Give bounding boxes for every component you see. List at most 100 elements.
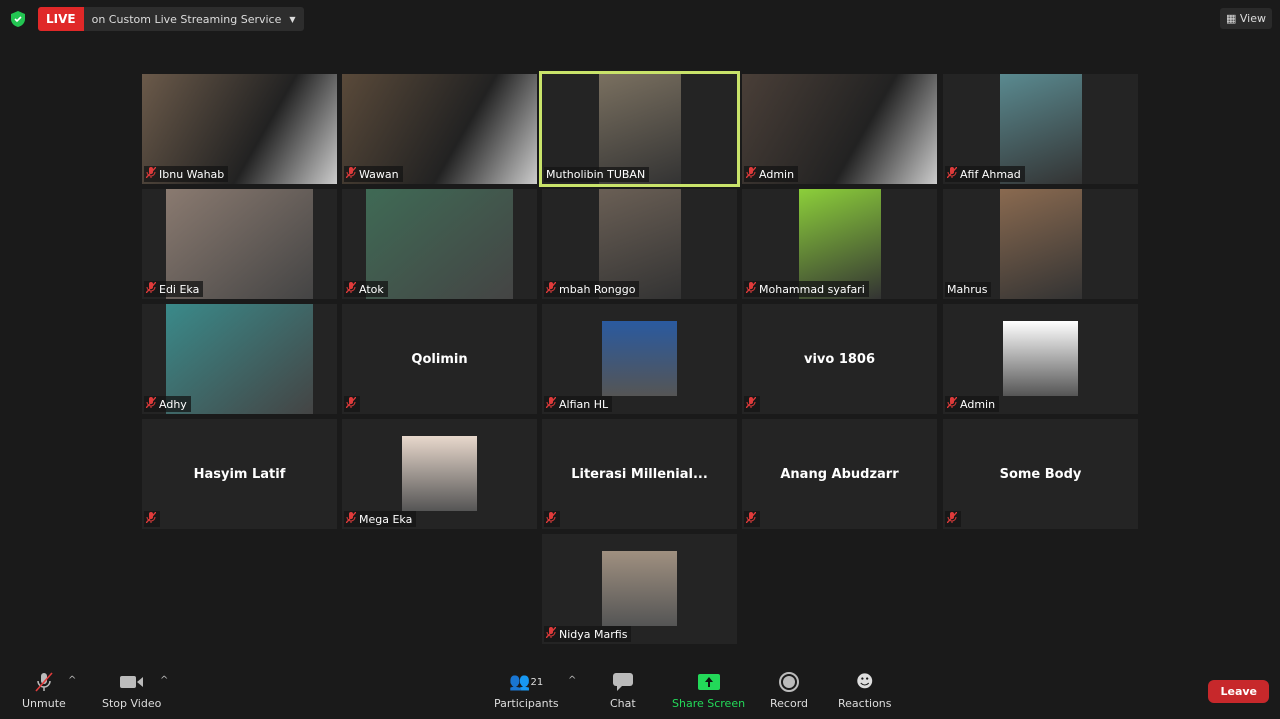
- mic-muted-icon: [345, 511, 357, 526]
- name-label: [945, 511, 961, 527]
- video-feed: [1000, 189, 1082, 299]
- name-label: Alfian HL: [544, 396, 613, 412]
- participant-tile[interactable]: Mega Eka: [342, 419, 537, 529]
- name-label: Afif Ahmad: [945, 166, 1025, 182]
- view-button[interactable]: ▦ View: [1220, 8, 1272, 29]
- participant-name-center: Qolimin: [411, 351, 468, 367]
- mic-muted-icon: [545, 511, 557, 526]
- participants-icon: 👥 21: [509, 672, 544, 692]
- participant-tile[interactable]: Alfian HL: [542, 304, 737, 414]
- top-bar: LIVE on Custom Live Streaming Service ▼: [8, 7, 304, 31]
- caret-down-icon: ▼: [289, 14, 296, 24]
- reactions-button[interactable]: ☻ Reactions: [838, 671, 892, 710]
- mic-muted-icon: [545, 626, 557, 641]
- participant-tile[interactable]: Admin: [742, 74, 937, 184]
- participant-tile[interactable]: Admin: [943, 304, 1138, 414]
- participant-tile[interactable]: Atok: [342, 189, 537, 299]
- profile-picture: [602, 321, 677, 396]
- participant-tile[interactable]: Anang Abudzarr: [742, 419, 937, 529]
- share-screen-button[interactable]: Share Screen: [672, 671, 745, 710]
- participant-name: mbah Ronggo: [559, 282, 636, 296]
- mic-muted-icon: [33, 671, 55, 693]
- name-label: Adhy: [144, 396, 191, 412]
- name-label: Mega Eka: [344, 511, 417, 527]
- participant-name-center: Anang Abudzarr: [780, 466, 899, 482]
- audio-options-chevron[interactable]: ^: [68, 675, 76, 686]
- mic-muted-icon: [345, 166, 357, 181]
- participant-name-center: Some Body: [999, 466, 1082, 482]
- mic-muted-icon: [946, 166, 958, 181]
- participant-tile[interactable]: Afif Ahmad: [943, 74, 1138, 184]
- name-label: Mohammad syafari: [744, 281, 869, 297]
- leave-button[interactable]: Leave: [1208, 680, 1269, 703]
- mic-muted-icon: [545, 396, 557, 411]
- mic-muted-icon: [745, 281, 757, 296]
- profile-picture: [602, 551, 677, 626]
- name-label: [544, 511, 560, 527]
- reactions-label: Reactions: [838, 697, 892, 710]
- name-label: Nidya Marfis: [544, 626, 632, 642]
- name-label: Wawan: [344, 166, 403, 182]
- participant-name: Ibnu Wahab: [159, 167, 225, 181]
- name-label: Edi Eka: [144, 281, 204, 297]
- participants-label: Participants: [494, 697, 559, 710]
- participant-tile[interactable]: Mahrus: [943, 189, 1138, 299]
- meeting-toolbar: Unmute ^ Stop Video ^ 👥 21 Participants ^ …: [0, 663, 1280, 719]
- mic-muted-icon: [545, 281, 557, 296]
- participant-name: Admin: [759, 167, 795, 181]
- participant-name-center: vivo 1806: [803, 351, 876, 367]
- participant-name: Adhy: [159, 397, 187, 411]
- name-label: mbah Ronggo: [544, 281, 640, 297]
- participant-count: 21: [530, 676, 544, 688]
- live-badge: LIVE: [38, 7, 84, 31]
- participant-tile[interactable]: Qolimin: [342, 304, 537, 414]
- participant-tile[interactable]: Mohammad syafari: [742, 189, 937, 299]
- participant-tile[interactable]: Adhy: [142, 304, 337, 414]
- participant-tile[interactable]: Nidya Marfis: [542, 534, 737, 644]
- mic-muted-icon: [946, 511, 958, 526]
- participants-button[interactable]: 👥 21 Participants: [494, 671, 559, 710]
- unmute-label: Unmute: [22, 697, 66, 710]
- participant-name: Afif Ahmad: [960, 167, 1021, 181]
- participant-name: Nidya Marfis: [559, 627, 628, 641]
- video-feed: [366, 189, 513, 299]
- participant-name: Wawan: [359, 167, 399, 181]
- name-label: Atok: [344, 281, 388, 297]
- participant-name: Admin: [960, 397, 996, 411]
- participants-options-chevron[interactable]: ^: [568, 675, 576, 686]
- name-label: Ibnu Wahab: [144, 166, 229, 182]
- security-shield-icon[interactable]: [8, 9, 28, 29]
- participant-tile[interactable]: Hasyim Latif: [142, 419, 337, 529]
- participant-name: Edi Eka: [159, 282, 200, 296]
- name-label: [344, 396, 360, 412]
- participant-tile[interactable]: Mutholibin TUBAN: [539, 71, 740, 187]
- share-screen-label: Share Screen: [672, 697, 746, 710]
- name-label: Admin: [744, 166, 799, 182]
- mic-muted-icon: [145, 281, 157, 296]
- view-label: View: [1239, 12, 1266, 25]
- video-options-chevron[interactable]: ^: [160, 675, 168, 686]
- profile-picture: [402, 436, 477, 511]
- participant-tile[interactable]: Edi Eka: [142, 189, 337, 299]
- participant-tile[interactable]: vivo 1806: [742, 304, 937, 414]
- name-label: [744, 511, 760, 527]
- participant-name-center: Hasyim Latif: [193, 466, 286, 482]
- mic-muted-icon: [145, 396, 157, 411]
- record-button[interactable]: Record: [770, 671, 808, 710]
- stop-video-button[interactable]: Stop Video: [102, 671, 161, 710]
- name-label: Mahrus: [945, 282, 992, 297]
- participant-name: Mega Eka: [359, 512, 413, 526]
- participant-name: Atok: [359, 282, 384, 296]
- name-label: [144, 511, 160, 527]
- name-label: [744, 396, 760, 412]
- participant-tile[interactable]: Some Body: [943, 419, 1138, 529]
- participant-tile[interactable]: Ibnu Wahab: [142, 74, 337, 184]
- participant-tile[interactable]: Literasi Millenial...: [542, 419, 737, 529]
- live-stream-dropdown[interactable]: LIVE on Custom Live Streaming Service ▼: [38, 7, 304, 31]
- mic-muted-icon: [745, 511, 757, 526]
- smiley-plus-icon: ☻: [855, 672, 874, 692]
- chat-button[interactable]: Chat: [610, 671, 636, 710]
- unmute-button[interactable]: Unmute: [22, 671, 66, 710]
- participant-tile[interactable]: mbah Ronggo: [542, 189, 737, 299]
- participant-tile[interactable]: Wawan: [342, 74, 537, 184]
